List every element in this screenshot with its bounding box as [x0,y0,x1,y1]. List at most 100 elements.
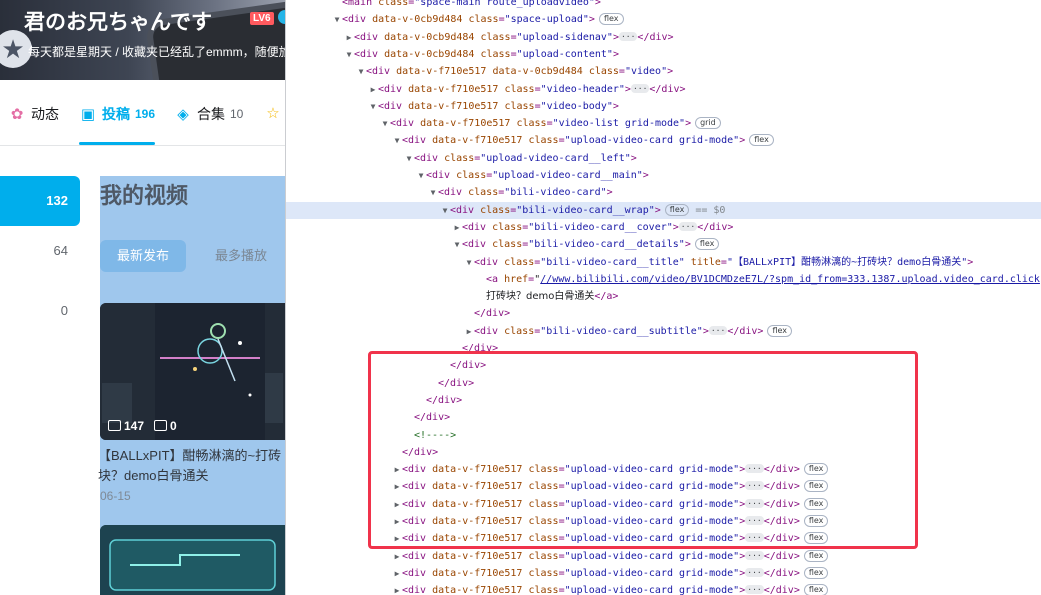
node-markup: <div data-v-0cb9d484 class="upload-siden… [354,31,619,43]
node-markup: <div class="bili-video-card"> [438,187,613,199]
closing-tag: </div> [697,221,734,233]
node-markup: <div class="bili-video-card__title" titl… [474,256,974,268]
sidenav-item-audio[interactable]: 0 [0,286,80,346]
dom-node-row[interactable]: ▼ <div class="bili-video-card__title" tit… [286,254,1041,271]
dom-node-row[interactable]: ▼ <div data-v-f710e517 class="video-list … [286,115,1041,132]
expand-caret-icon[interactable]: ▶ [392,548,402,565]
flex-layout-badge[interactable]: flex [803,566,829,579]
active-tab-indicator [79,142,155,145]
expand-caret-icon[interactable]: ▶ [344,29,354,46]
sidenav-item-article[interactable]: 64 [0,226,80,286]
expand-caret-icon[interactable]: ▶ [392,565,402,582]
dom-node-row[interactable]: ▶ <div class="bili-video-card__cover"> ···… [286,219,1041,236]
dom-node-row[interactable]: 打砖块？demo白骨通关</a> [286,288,1041,305]
collapse-caret-icon[interactable]: ▼ [428,184,438,201]
node-markup: <div data-v-f710e517 class="upload-video… [402,550,746,562]
dom-node-row[interactable]: ▼ <div class="bili-video-card"> [286,184,1041,201]
collapse-caret-icon[interactable]: ▼ [440,202,450,219]
dom-node-row[interactable]: </div> [286,305,1041,322]
collapsed-children-ellipsis[interactable]: ··· [708,325,728,335]
dom-node-row[interactable]: ▼ <div data-v-f710e517 class="upload-vide… [286,132,1041,149]
dom-node-row[interactable]: ▶ <div class="bili-video-card__subtitle">… [286,323,1041,340]
collapse-caret-icon[interactable]: ▼ [380,115,390,132]
flex-layout-badge[interactable]: flex [694,238,720,251]
collapse-caret-icon[interactable]: ▼ [392,132,402,149]
collapse-caret-icon[interactable]: ▼ [464,254,474,271]
dom-node-row[interactable]: ▶ <div data-v-f710e517 class="video-heade… [286,81,1041,98]
video-stats: 147 0 [108,419,177,433]
closing-tag: </div> [763,585,800,595]
dom-node-row[interactable]: ▶ <div data-v-f710e517 class="upload-vide… [286,548,1041,565]
tab-favorites[interactable]: ☆ [264,104,282,122]
node-markup: </div> [474,308,511,320]
collapse-caret-icon[interactable]: ▼ [332,11,342,28]
flex-layout-badge[interactable]: flex [598,13,624,26]
tab-uploads[interactable]: ▣ 投稿 196 [79,104,155,124]
tab-label: 投稿 [102,106,130,122]
tab-collections[interactable]: ◈ 合集 10 [174,104,243,124]
dom-node-row[interactable]: <a href="//www.bilibili.com/video/BV1DCM… [286,271,1041,288]
video-title-link[interactable]: 【BALLxPIT】酣畅淋漓的~打砖块？demo白骨通关 [98,446,285,486]
space-tabs: ✿ 动态 ▣ 投稿 196 ◈ 合集 10 ☆ [0,80,285,146]
collapsed-children-ellipsis[interactable]: ··· [630,83,650,93]
href-link: <a href="//www.bilibili.com/video/BV1DCM… [486,273,1041,285]
dom-node-row[interactable]: ▼ <div class="upload-video-card__left"> [286,150,1041,167]
collapsed-children-ellipsis[interactable]: ··· [745,550,764,560]
node-markup: <div class="bili-video-card__details"> [462,239,691,251]
expand-caret-icon[interactable]: ▶ [452,219,462,236]
flex-layout-badge[interactable]: flex [749,134,774,147]
collapse-caret-icon[interactable]: ▼ [452,236,462,253]
tab-count: 10 [230,107,244,121]
collapse-caret-icon[interactable]: ▼ [416,167,426,184]
dom-node-row[interactable]: ▶ <div data-v-f710e517 class="upload-vide… [286,582,1041,595]
dom-node-row[interactable]: ▼ <div class="bili-video-card__details"> f… [286,236,1041,253]
collapsed-children-ellipsis[interactable]: ··· [618,31,638,41]
sort-most-played-button[interactable]: 最多播放 [198,240,284,272]
node-markup: <div data-v-0cb9d484 class="space-upload… [342,14,595,26]
collapsed-children-ellipsis[interactable]: ··· [745,585,764,595]
node-markup: <div class="upload-video-card__left"> [414,152,637,164]
bilibili-space-page: ★ 君のお兄ちゃんです LV6 每天都是星期天 / 收藏夹已经乱了emmm，随便… [0,0,285,595]
username[interactable]: 君のお兄ちゃんです [24,6,212,36]
node-markup: <div data-v-f710e517 class="video-list g… [390,118,692,130]
upload-sidenav: 132 64 0 [0,176,80,346]
grid-layout-badge[interactable]: grid [695,117,721,130]
video-cover[interactable] [100,525,285,595]
flex-layout-badge[interactable]: flex [803,584,829,595]
dom-node-selected[interactable]: ▼ <div class="bili-video-card__wrap"> flex… [286,201,1041,219]
node-markup: <div class="bili-video-card__cover"> [462,221,679,233]
collapsed-children-ellipsis[interactable]: ··· [745,567,764,577]
flex-layout-badge[interactable]: flex [767,324,793,337]
collapse-caret-icon[interactable]: ▼ [368,98,378,115]
node-markup: <div data-v-f710e517 class="upload-video… [402,585,746,595]
flex-layout-badge[interactable]: flex [664,203,690,216]
sidenav-item-video[interactable]: 132 [0,176,80,226]
collapsed-children-ellipsis[interactable]: ··· [678,221,698,231]
dom-node-row[interactable]: ▶ <div data-v-f710e517 class="upload-vide… [286,565,1041,582]
dynamic-icon: ✿ [10,106,24,123]
dom-node-row[interactable]: <main class="space-main route_uploadvide… [286,0,1041,11]
tab-count: 196 [135,107,156,121]
node-markup: <main class="space-main route_uploadvide… [342,0,601,8]
play-count: 147 [108,419,144,433]
node-markup: 打砖块？demo白骨通关</a> [486,291,619,303]
expand-caret-icon[interactable]: ▶ [368,81,378,98]
collapse-caret-icon[interactable]: ▼ [356,63,366,80]
collapse-caret-icon[interactable]: ▼ [404,150,414,167]
dom-node-row[interactable]: ▼ <div data-v-0cb9d484 class="space-uploa… [286,11,1041,28]
node-markup: <div data-v-f710e517 class="upload-video… [402,135,746,147]
dom-node-row[interactable]: ▼ <div data-v-f710e517 data-v-0cb9d484 cl… [286,63,1041,80]
tab-dynamic[interactable]: ✿ 动态 [8,104,59,124]
collection-stack-icon: ◈ [177,106,189,123]
expand-caret-icon[interactable]: ▶ [392,582,402,595]
sort-latest-button[interactable]: 最新发布 [100,240,186,272]
dom-node-row[interactable]: ▶ <div data-v-0cb9d484 class="upload-side… [286,29,1041,46]
dom-node-row[interactable]: ▼ <div data-v-f710e517 class="video-body"… [286,98,1041,115]
dom-node-row[interactable]: ▼ <div class="upload-video-card__main"> [286,167,1041,184]
dom-node-row[interactable]: ▼ <div data-v-0cb9d484 class="upload-cont… [286,46,1041,63]
flex-layout-badge[interactable]: flex [803,549,829,562]
section-title: 我的视频 [100,183,189,208]
collapse-caret-icon[interactable]: ▼ [344,46,354,63]
expand-caret-icon[interactable]: ▶ [464,323,474,340]
verified-icon [278,10,285,24]
